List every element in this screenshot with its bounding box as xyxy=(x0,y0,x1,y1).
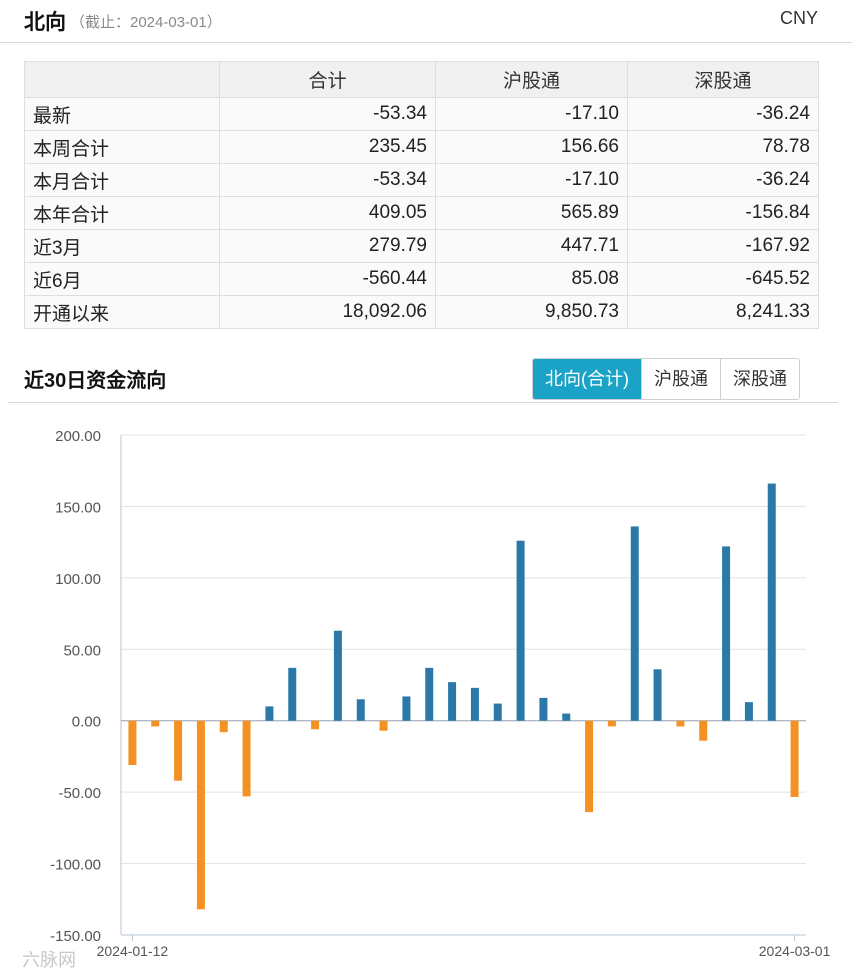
table-row: 近6月 -560.44 85.08 -645.52 xyxy=(24,262,819,296)
bar xyxy=(676,720,685,727)
y-tick-label: 200.00 xyxy=(55,428,101,445)
column-header: 深股通 xyxy=(627,61,819,98)
bar xyxy=(562,713,571,721)
bar xyxy=(288,667,297,721)
bar xyxy=(333,630,342,721)
chart-grid xyxy=(120,434,806,936)
sz-cell: -36.24 xyxy=(627,97,819,131)
flow-chart: 200.00 150.00 100.00 50.00 0.00 -50.00 -100.00… xyxy=(0,405,852,979)
bar xyxy=(379,720,388,731)
x-tick-label: 2024-01-12 xyxy=(97,943,169,959)
y-axis-ticks: 200.00 150.00 100.00 50.00 0.00 -50.00 -100.00… xyxy=(50,428,101,945)
page-title: 北向 xyxy=(24,11,66,34)
as-of-date: （截止：2024-03-01） xyxy=(70,14,222,31)
bar xyxy=(448,682,457,721)
bar xyxy=(470,687,479,721)
sz-cell: -167.92 xyxy=(627,229,819,263)
row-label: 近3月 xyxy=(24,229,220,263)
table-row: 最新 -53.34 -17.10 -36.24 xyxy=(24,97,819,131)
row-label: 近6月 xyxy=(24,262,220,296)
bar xyxy=(539,697,548,721)
total-cell: 279.79 xyxy=(219,229,436,263)
sh-cell: 447.71 xyxy=(435,229,628,263)
tab-shenzhen-connect[interactable]: 深股通 xyxy=(720,359,799,399)
sh-cell: 85.08 xyxy=(435,262,628,296)
currency-label: CNY xyxy=(779,8,818,28)
sh-cell: 156.66 xyxy=(435,130,628,164)
sz-cell: 8,241.33 xyxy=(627,295,819,329)
sz-cell: -36.24 xyxy=(627,163,819,197)
y-tick-label: 150.00 xyxy=(55,499,101,516)
row-label: 本年合计 xyxy=(24,196,220,230)
sz-cell: -645.52 xyxy=(627,262,819,296)
bar xyxy=(196,720,205,910)
row-label: 本周合计 xyxy=(24,130,220,164)
flow-bar-chart: 200.00 150.00 100.00 50.00 0.00 -50.00 -100.00… xyxy=(50,428,831,959)
bar xyxy=(767,483,776,721)
bar xyxy=(242,720,251,797)
bar xyxy=(790,720,799,797)
bar xyxy=(219,720,228,733)
bar xyxy=(174,720,183,781)
sh-cell: 565.89 xyxy=(435,196,628,230)
sh-cell: -17.10 xyxy=(435,97,628,131)
total-cell: 409.05 xyxy=(219,196,436,230)
tab-shanghai-connect[interactable]: 沪股通 xyxy=(641,359,720,399)
sh-cell: -17.10 xyxy=(435,163,628,197)
row-label: 开通以来 xyxy=(24,295,220,329)
bar xyxy=(128,720,137,765)
bar xyxy=(425,667,434,721)
total-cell: -53.34 xyxy=(219,163,436,197)
bar xyxy=(630,526,639,721)
y-tick-label: 50.00 xyxy=(63,642,101,659)
total-cell: -53.34 xyxy=(219,97,436,131)
bar xyxy=(311,720,320,730)
bar xyxy=(722,546,731,721)
table-row: 本月合计 -53.34 -17.10 -36.24 xyxy=(24,163,819,197)
header: 北向 （截止：2024-03-01） CNY xyxy=(0,0,852,43)
y-tick-label: -50.00 xyxy=(58,785,101,802)
table-header-row: 合计 沪股通 深股通 xyxy=(24,61,819,98)
bar xyxy=(585,720,594,813)
flow-tabs: 北向(合计) 沪股通 深股通 xyxy=(532,358,800,400)
sz-cell: 78.78 xyxy=(627,130,819,164)
bar xyxy=(265,706,274,721)
column-header: 沪股通 xyxy=(435,61,628,98)
y-tick-label: -150.00 xyxy=(50,928,101,945)
row-label: 本月合计 xyxy=(24,163,220,197)
bar xyxy=(653,669,662,721)
table-row: 本周合计 235.45 156.66 78.78 xyxy=(24,130,819,164)
sz-cell: -156.84 xyxy=(627,196,819,230)
bar xyxy=(744,702,753,721)
table-row: 近3月 279.79 447.71 -167.92 xyxy=(24,229,819,263)
sh-cell: 9,850.73 xyxy=(435,295,628,329)
bar xyxy=(402,696,411,721)
total-cell: -560.44 xyxy=(219,262,436,296)
row-label: 最新 xyxy=(24,97,220,131)
bar xyxy=(516,540,525,721)
watermark-logo: 六脉网 xyxy=(22,950,76,970)
chart-bars xyxy=(128,483,799,910)
y-tick-label: 100.00 xyxy=(55,571,101,588)
bar xyxy=(493,703,502,721)
summary-table: 合计 沪股通 深股通 最新 -53.34 -17.10 -36.24 本周合计 … xyxy=(24,61,819,329)
table-row: 开通以来 18,092.06 9,850.73 8,241.33 xyxy=(24,295,819,329)
y-tick-label: 0.00 xyxy=(72,714,101,731)
chart-section-title: 近30日资金流向 xyxy=(24,370,167,392)
x-axis-ticks: 2024-01-12 2024-03-01 xyxy=(97,935,831,959)
x-tick-label: 2024-03-01 xyxy=(759,943,831,959)
bar xyxy=(151,720,160,727)
bar xyxy=(699,720,708,741)
total-cell: 235.45 xyxy=(219,130,436,164)
column-header: 合计 xyxy=(219,61,436,98)
column-header xyxy=(24,61,220,98)
bar xyxy=(607,720,616,727)
total-cell: 18,092.06 xyxy=(219,295,436,329)
table-row: 本年合计 409.05 565.89 -156.84 xyxy=(24,196,819,230)
tab-northbound-total[interactable]: 北向(合计) xyxy=(533,359,641,399)
divider xyxy=(8,402,838,403)
bar xyxy=(356,699,365,721)
y-tick-label: -100.00 xyxy=(50,857,101,874)
